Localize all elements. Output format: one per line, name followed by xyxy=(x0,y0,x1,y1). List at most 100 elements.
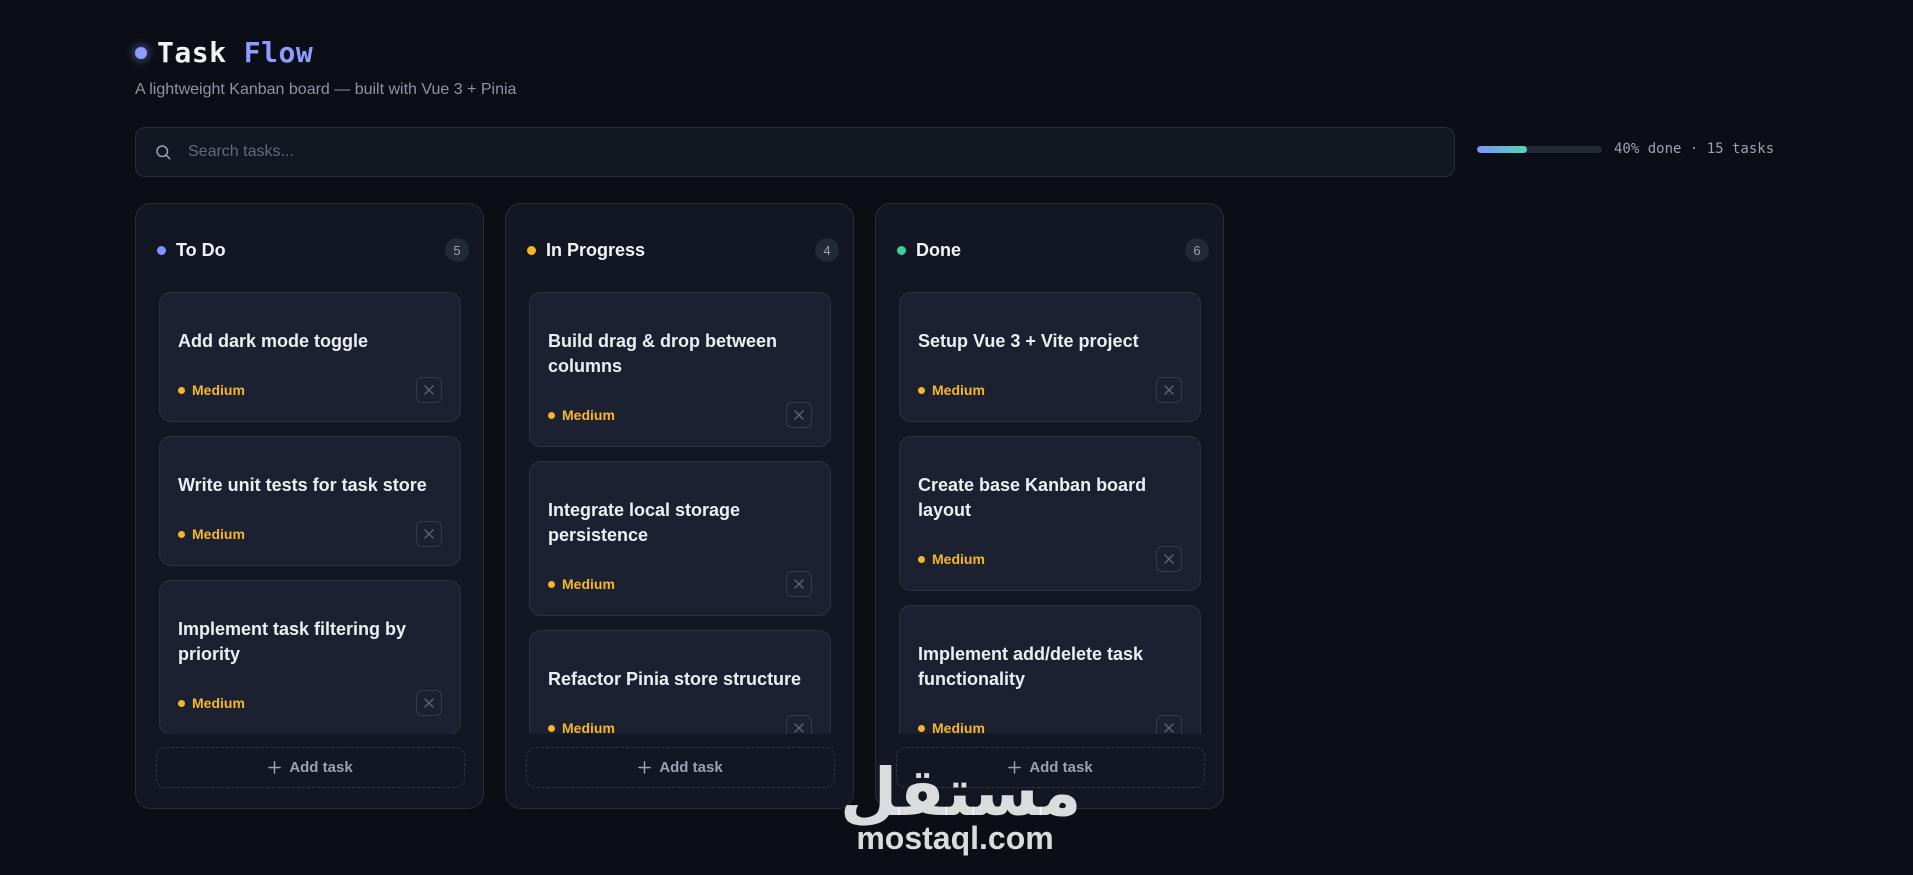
search-bar[interactable] xyxy=(135,127,1455,177)
task-footer: Medium xyxy=(178,520,442,548)
task-title: Integrate local storage persistence xyxy=(548,500,741,545)
watermark-logo: مستقل mostaql.com xyxy=(840,754,1082,857)
task-card[interactable]: Integrate local storage persistence Medi… xyxy=(529,461,831,616)
column-header: Done 6 xyxy=(897,238,1209,262)
column-in-progress: In Progress 4 Build drag & drop between … xyxy=(505,203,854,809)
priority-dot-icon xyxy=(918,724,925,732)
watermark-arabic: مستقل xyxy=(840,754,1082,831)
task-footer: Medium xyxy=(918,545,1182,573)
progress-summary: 40% done · 15 tasks xyxy=(1477,141,1774,157)
add-task-button[interactable]: Add task xyxy=(156,747,465,788)
priority-badge: Medium xyxy=(192,695,245,711)
progress-bar xyxy=(1477,145,1602,153)
delete-task-button[interactable] xyxy=(786,571,812,597)
priority-dot-icon xyxy=(548,580,555,588)
delete-task-button[interactable] xyxy=(786,715,812,734)
priority-badge: Medium xyxy=(562,720,615,734)
delete-task-button[interactable] xyxy=(1156,715,1182,734)
priority-dot-icon xyxy=(918,555,925,563)
task-footer: Medium xyxy=(918,714,1182,734)
priority-dot-icon xyxy=(548,411,555,419)
task-footer: Medium xyxy=(548,570,812,598)
task-card[interactable]: Refactor Pinia store structure Medium xyxy=(529,630,831,734)
delete-task-button[interactable] xyxy=(416,690,442,716)
task-card[interactable]: Build drag & drop between columns Medium xyxy=(529,292,831,447)
close-icon xyxy=(424,698,434,708)
priority-badge: Medium xyxy=(932,551,985,567)
task-footer: Medium xyxy=(548,401,812,429)
priority-badge: Medium xyxy=(192,526,245,542)
column-count-badge: 5 xyxy=(445,238,469,262)
title-word-task: Task xyxy=(157,36,227,69)
delete-task-button[interactable] xyxy=(1156,377,1182,403)
column-status-dot-icon xyxy=(897,245,906,255)
add-task-button[interactable]: Add task xyxy=(526,747,835,788)
delete-task-button[interactable] xyxy=(416,521,442,547)
task-footer: Medium xyxy=(178,689,442,717)
column-title: In Progress xyxy=(546,239,646,260)
priority-dot-icon xyxy=(918,386,925,394)
task-title: Implement task filtering by priority xyxy=(178,619,407,664)
delete-task-button[interactable] xyxy=(1156,546,1182,572)
card-list[interactable]: Add dark mode toggle Medium Write unit t… xyxy=(159,292,463,734)
search-input[interactable] xyxy=(186,142,1390,162)
task-card[interactable]: Implement task filtering by priority Med… xyxy=(159,580,461,734)
column-count-badge: 4 xyxy=(815,238,839,262)
close-icon xyxy=(424,385,434,395)
column-done: Done 6 Setup Vue 3 + Vite project Medium… xyxy=(875,203,1224,809)
kanban-board: To Do 5 Add dark mode toggle Medium Writ… xyxy=(135,203,1224,809)
close-icon xyxy=(794,723,804,733)
progress-bar-fill xyxy=(1477,145,1527,153)
plus-icon xyxy=(638,761,652,774)
add-task-label: Add task xyxy=(659,759,723,776)
priority-dot-icon xyxy=(178,386,185,394)
task-title: Write unit tests for task store xyxy=(178,475,427,495)
plus-icon xyxy=(268,761,282,774)
task-title: Refactor Pinia store structure xyxy=(548,669,802,689)
column-count-badge: 6 xyxy=(1185,238,1209,262)
add-task-label: Add task xyxy=(289,759,353,776)
task-footer: Medium xyxy=(918,376,1182,404)
app: Task Flow A lightweight Kanban board — b… xyxy=(0,0,1913,875)
priority-dot-icon xyxy=(178,530,185,538)
task-footer: Medium xyxy=(548,714,812,734)
column-header: In Progress 4 xyxy=(527,238,839,262)
task-title: Build drag & drop between columns xyxy=(548,331,778,376)
close-icon xyxy=(794,410,804,420)
column-status-dot-icon xyxy=(157,245,166,255)
delete-task-button[interactable] xyxy=(786,402,812,428)
task-card[interactable]: Write unit tests for task store Medium xyxy=(159,436,461,566)
title-row: Task Flow xyxy=(135,36,516,69)
logo-dot-icon xyxy=(135,46,147,59)
column-to-do: To Do 5 Add dark mode toggle Medium Writ… xyxy=(135,203,484,809)
column-header: To Do 5 xyxy=(157,238,469,262)
priority-dot-icon xyxy=(548,724,555,732)
priority-dot-icon xyxy=(178,699,185,707)
priority-badge: Medium xyxy=(932,382,985,398)
priority-badge: Medium xyxy=(562,407,615,423)
task-card[interactable]: Setup Vue 3 + Vite project Medium xyxy=(899,292,1201,422)
card-list[interactable]: Setup Vue 3 + Vite project Medium Create… xyxy=(899,292,1203,734)
task-card[interactable]: Create base Kanban board layout Medium xyxy=(899,436,1201,591)
card-list[interactable]: Build drag & drop between columns Medium… xyxy=(529,292,833,734)
watermark-latin: mostaql.com xyxy=(856,820,1054,856)
close-icon xyxy=(1164,554,1174,564)
task-title: Setup Vue 3 + Vite project xyxy=(918,331,1139,351)
task-footer: Medium xyxy=(178,376,442,404)
progress-text: 40% done · 15 tasks xyxy=(1614,141,1775,157)
priority-badge: Medium xyxy=(192,382,245,398)
header: Task Flow A lightweight Kanban board — b… xyxy=(135,36,516,99)
title-word-flow: Flow xyxy=(243,36,314,69)
task-title: Add dark mode toggle xyxy=(178,331,369,351)
task-card[interactable]: Add dark mode toggle Medium xyxy=(159,292,461,422)
delete-task-button[interactable] xyxy=(416,377,442,403)
column-title: To Do xyxy=(176,239,226,260)
close-icon xyxy=(794,579,804,589)
column-title: Done xyxy=(916,239,961,260)
close-icon xyxy=(1164,723,1174,733)
column-status-dot-icon xyxy=(527,245,536,255)
task-title: Create base Kanban board layout xyxy=(918,475,1147,520)
close-icon xyxy=(424,529,434,539)
subtitle: A lightweight Kanban board — built with … xyxy=(135,81,517,98)
task-card[interactable]: Implement add/delete task functionality … xyxy=(899,605,1201,734)
